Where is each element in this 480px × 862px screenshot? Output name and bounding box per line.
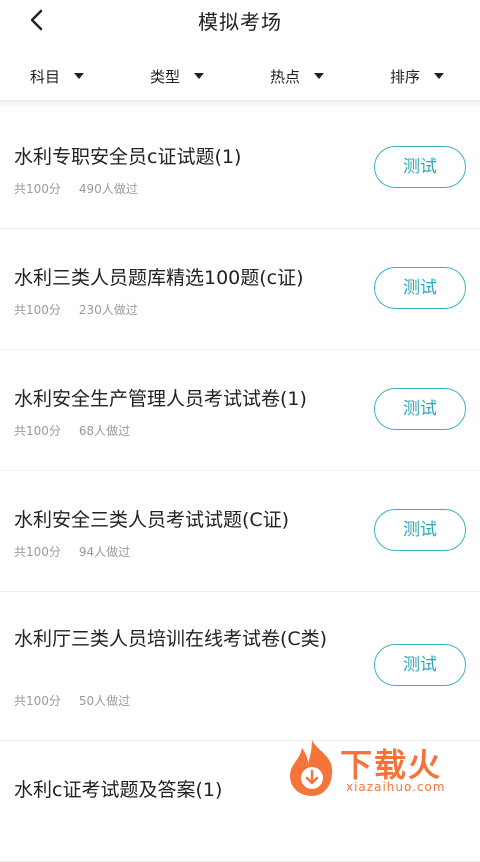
exam-total-score: 共100分 (14, 694, 61, 708)
exam-takers: 94人做过 (78, 545, 131, 559)
exam-meta: 共100分 490人做过 (14, 180, 138, 197)
filter-label: 排序 (390, 67, 421, 86)
exam-row[interactable]: 水利厅三类人员培训在线考试卷(C类) 共100分 50人做过 测试 (0, 592, 480, 741)
filter-label: 类型 (150, 67, 181, 86)
filter-subject[interactable]: 科目 (30, 64, 85, 88)
filter-type[interactable]: 类型 (150, 64, 205, 88)
caret-down-icon (434, 73, 445, 79)
filter-hotspot[interactable]: 热点 (270, 64, 325, 88)
test-button[interactable]: 测试 (374, 509, 466, 551)
test-button[interactable]: 测试 (374, 388, 466, 430)
filter-bar: 科目 类型 热点 排序 (0, 52, 480, 100)
exam-meta: 共100分 230人做过 (14, 301, 138, 318)
exam-title: 水利三类人员题库精选100题(c证) (14, 267, 304, 289)
exam-row[interactable]: 水利专职安全员c证试题(1) 共100分 490人做过 测试 (0, 108, 480, 229)
test-button[interactable]: 测试 (374, 146, 466, 188)
exam-title: 水利专职安全员c证试题(1) (14, 146, 242, 168)
filter-label: 热点 (270, 67, 301, 86)
exam-total-score: 共100分 (14, 424, 61, 438)
caret-down-icon (194, 73, 205, 79)
exam-takers: 230人做过 (78, 303, 138, 317)
exam-title: 水利安全生产管理人员考试试卷(1) (14, 388, 307, 410)
test-button[interactable]: 测试 (374, 644, 466, 686)
exam-total-score: 共100分 (14, 545, 61, 559)
exam-row[interactable]: 水利三类人员题库精选100题(c证) 共100分 230人做过 测试 (0, 229, 480, 350)
exam-meta: 共100分 68人做过 (14, 422, 130, 439)
exam-meta: 共100分 50人做过 (14, 692, 130, 709)
caret-down-icon (74, 73, 85, 79)
exam-row[interactable]: 水利安全生产管理人员考试试卷(1) 共100分 68人做过 测试 (0, 350, 480, 471)
exam-takers: 68人做过 (78, 424, 131, 438)
exam-takers: 50人做过 (78, 694, 131, 708)
exam-title: 水利安全三类人员考试试题(C证) (14, 509, 290, 531)
test-button[interactable]: 测试 (374, 267, 466, 309)
page-title: 模拟考场 (198, 10, 282, 34)
exam-total-score: 共100分 (14, 303, 61, 317)
flame-logo-icon (290, 740, 333, 796)
exam-row[interactable]: 水利安全三类人员考试试题(C证) 共100分 94人做过 测试 (0, 471, 480, 592)
app-header: 模拟考场 (0, 0, 480, 44)
watermark-logo: 下载火 xiazaihuo.com (282, 736, 480, 800)
exam-takers: 490人做过 (78, 182, 138, 196)
watermark-domain: xiazaihuo.com (346, 780, 446, 794)
filter-label: 科目 (30, 67, 61, 86)
caret-down-icon (314, 73, 325, 79)
filter-sort[interactable]: 排序 (390, 64, 445, 88)
exam-title: 水利厅三类人员培训在线考试卷(C类) (14, 628, 328, 650)
exam-meta: 共100分 94人做过 (14, 543, 130, 560)
exam-total-score: 共100分 (14, 182, 61, 196)
filter-divider (0, 100, 480, 108)
